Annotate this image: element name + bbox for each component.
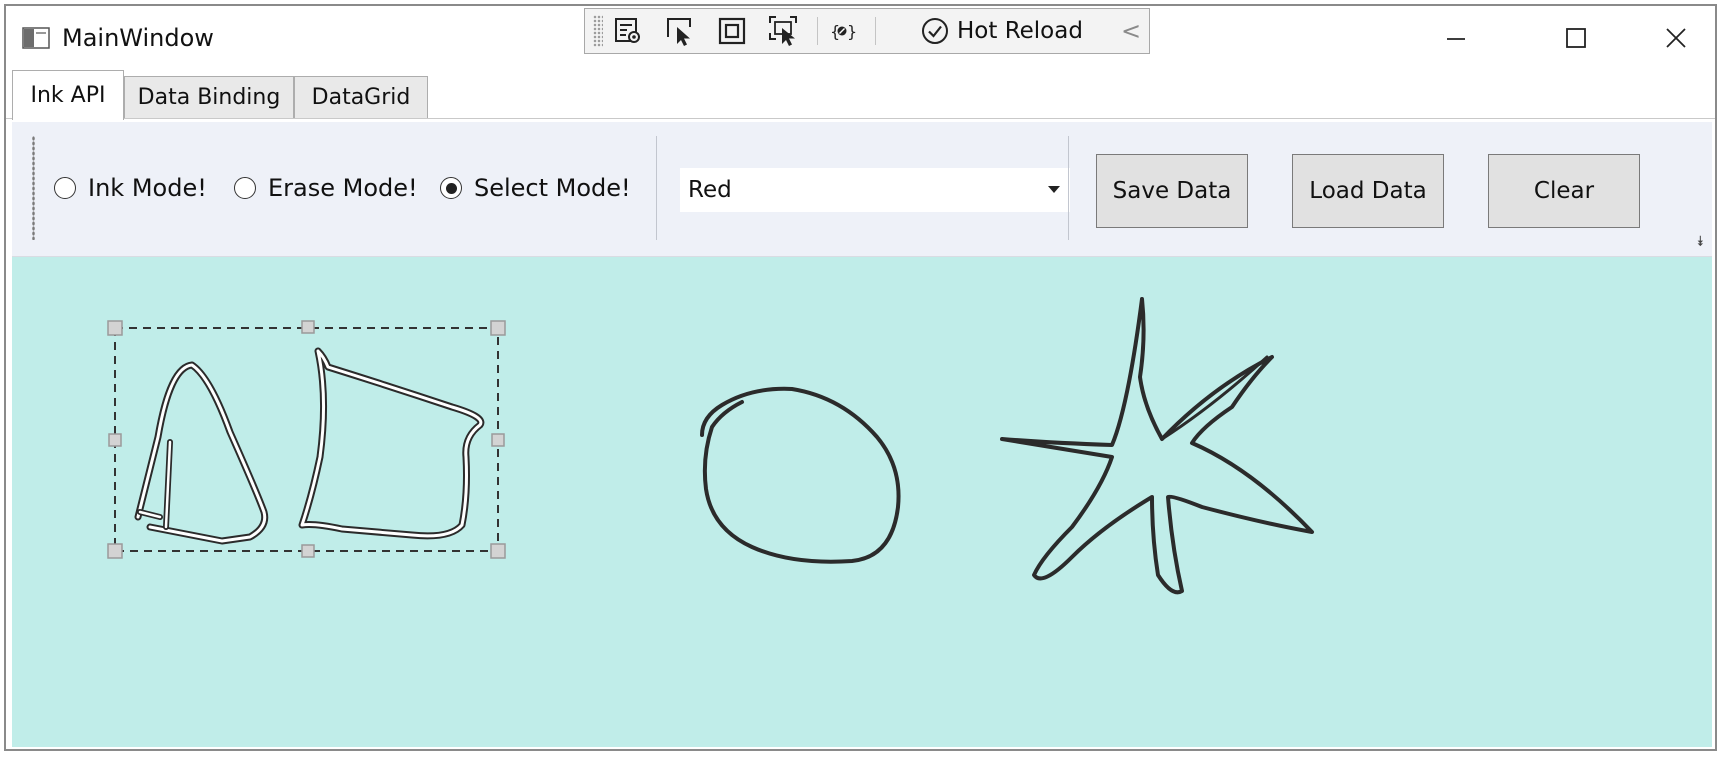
radio-label: Erase Mode! — [268, 174, 418, 202]
resize-handle[interactable] — [490, 543, 506, 559]
close-button[interactable] — [1646, 16, 1706, 60]
maximize-button[interactable] — [1546, 16, 1606, 60]
collapse-toolbar-chevron-icon[interactable]: < — [1121, 17, 1141, 45]
radio-label: Select Mode! — [474, 174, 631, 202]
radio-selected-dot — [445, 182, 457, 194]
radio-circle — [440, 177, 462, 199]
ink-canvas[interactable] — [12, 257, 1712, 747]
svg-text:}: } — [847, 22, 857, 41]
binding-failures-button[interactable]: { } — [825, 15, 859, 47]
load-data-button[interactable]: Load Data — [1292, 154, 1444, 228]
close-icon — [1666, 28, 1686, 48]
resize-handle[interactable] — [108, 433, 122, 447]
main-window: MainWindow {} Hot Reload < Ink API Data… — [4, 4, 1717, 751]
live-visual-tree-icon — [615, 18, 640, 43]
color-combobox[interactable]: Red — [680, 168, 1070, 212]
xaml-debug-toolbar: { } Hot Reload < — [584, 8, 1150, 54]
minimize-button[interactable] — [1426, 16, 1486, 60]
minimize-icon — [1447, 38, 1465, 40]
toolbar-grip[interactable] — [32, 136, 35, 240]
toolbar-grip[interactable] — [593, 15, 603, 47]
radio-circle — [234, 177, 256, 199]
ink-stroke-circle[interactable] — [700, 386, 901, 564]
radio-circle — [54, 177, 76, 199]
selected-ink-strokes[interactable] — [134, 347, 485, 545]
color-combobox-value: Red — [688, 177, 732, 203]
tab-strip-line — [6, 118, 1715, 119]
radio-select-mode[interactable]: Select Mode! — [440, 174, 631, 202]
ink-toolbar: Ink Mode! Erase Mode! Select Mode! Red S… — [12, 122, 1712, 257]
track-focus-icon — [769, 16, 797, 46]
window-title: MainWindow — [62, 24, 214, 52]
live-visual-tree-button[interactable] — [611, 15, 645, 47]
ink-stroke-trapezoid[interactable] — [298, 347, 485, 540]
check-circle-icon — [922, 18, 948, 44]
tab-data-binding[interactable]: Data Binding — [124, 76, 294, 118]
toolbar-separator — [1068, 136, 1069, 240]
resize-handle[interactable] — [490, 320, 506, 336]
radio-erase-mode[interactable]: Erase Mode! — [234, 174, 418, 202]
tab-datagrid[interactable]: DataGrid — [294, 76, 428, 118]
hot-reload-button[interactable]: Hot Reload — [921, 15, 1083, 47]
select-element-icon — [667, 18, 691, 46]
radio-ink-mode[interactable]: Ink Mode! — [54, 174, 207, 202]
select-element-button[interactable] — [663, 15, 697, 47]
dropdown-arrow-icon — [1048, 186, 1060, 193]
resize-handle[interactable] — [301, 544, 315, 558]
resize-handle[interactable] — [301, 320, 315, 334]
display-layout-adorners-icon — [718, 17, 746, 45]
ink-stroke-star[interactable] — [1000, 297, 1314, 595]
resize-handle[interactable] — [107, 320, 123, 336]
toolbar-overflow-icon[interactable]: ⯯ — [1696, 234, 1704, 250]
clear-button[interactable]: Clear — [1488, 154, 1640, 228]
toolbar-separator — [656, 136, 657, 240]
resize-handle[interactable] — [491, 433, 505, 447]
track-focus-button[interactable] — [767, 15, 801, 47]
binding-failures-icon: { } — [830, 22, 857, 41]
tab-ink-api[interactable]: Ink API — [12, 70, 124, 120]
save-data-button[interactable]: Save Data — [1096, 154, 1248, 228]
resize-handle[interactable] — [107, 543, 123, 559]
hot-reload-label: Hot Reload — [957, 18, 1083, 44]
maximize-icon — [1566, 28, 1586, 48]
app-window-icon — [22, 26, 50, 50]
radio-label: Ink Mode! — [88, 174, 207, 202]
display-layout-adorners-button[interactable] — [715, 15, 749, 47]
